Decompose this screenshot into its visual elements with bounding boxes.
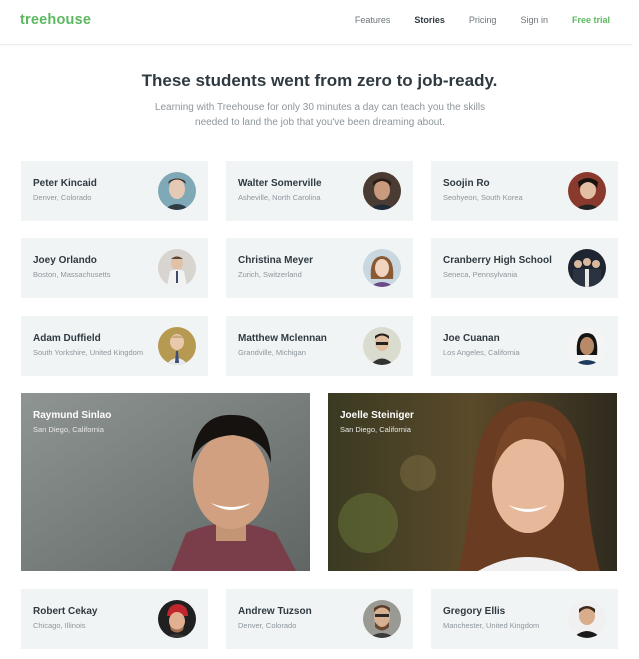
featured-student-name: Joelle Steiniger: [340, 410, 414, 421]
student-card[interactable]: Joey Orlando Boston, Massachusetts: [21, 238, 208, 298]
featured-student-location: San Diego, California: [33, 425, 104, 434]
student-location: Los Angeles, California: [443, 348, 520, 357]
student-card[interactable]: Adam Duffield South Yorkshire, United Ki…: [21, 316, 208, 376]
nav-signin-link[interactable]: Sign in: [520, 15, 548, 25]
student-location: South Yorkshire, United Kingdom: [33, 348, 144, 357]
student-card[interactable]: Robert Cekay Chicago, Illinois: [21, 589, 208, 649]
student-location: Zurich, Switzerland: [238, 270, 302, 279]
student-location: Denver, Colorado: [238, 621, 297, 630]
student-location: Seneca, Pennsylvania: [443, 270, 518, 279]
avatar: [568, 600, 606, 638]
student-name: Andrew Tuzson: [238, 606, 312, 617]
avatar: [363, 249, 401, 287]
student-card[interactable]: Soojin Ro Seohyeon, South Korea: [431, 161, 618, 221]
student-location: Denver, Colorado: [33, 193, 92, 202]
student-location: Seohyeon, South Korea: [443, 193, 523, 202]
page-subtitle: Learning with Treehouse for only 30 minu…: [120, 100, 520, 130]
student-name: Joey Orlando: [33, 255, 97, 266]
featured-student-location: San Diego, California: [340, 425, 411, 434]
avatar: [363, 327, 401, 365]
student-name: Peter Kincaid: [33, 178, 97, 189]
student-name: Soojin Ro: [443, 178, 490, 189]
student-location: Boston, Massachusetts: [33, 270, 111, 279]
avatar: [568, 249, 606, 287]
avatar: [158, 600, 196, 638]
avatar: [363, 172, 401, 210]
student-location: Asheville, North Carolina: [238, 193, 321, 202]
featured-student-card[interactable]: Raymund Sinlao San Diego, California: [21, 393, 310, 571]
treehouse-logo[interactable]: treehouse: [20, 12, 91, 28]
top-nav: treehouse Features Stories Pricing Sign …: [0, 0, 632, 45]
student-card[interactable]: Peter Kincaid Denver, Colorado: [21, 161, 208, 221]
featured-student-card[interactable]: Joelle Steiniger San Diego, California: [328, 393, 617, 571]
student-card[interactable]: Gregory Ellis Manchester, United Kingdom: [431, 589, 618, 649]
student-name: Walter Somerville: [238, 178, 322, 189]
student-name: Cranberry High School: [443, 255, 552, 266]
subtitle-line-2: needed to land the job that you've been …: [195, 117, 445, 128]
student-location: Chicago, Illinois: [33, 621, 86, 630]
nav-free-trial-link[interactable]: Free trial: [572, 15, 610, 25]
nav-features-link[interactable]: Features: [355, 15, 391, 25]
avatar: [568, 172, 606, 210]
student-name: Christina Meyer: [238, 255, 314, 266]
featured-student-name: Raymund Sinlao: [33, 410, 112, 421]
student-card[interactable]: Cranberry High School Seneca, Pennsylvan…: [431, 238, 618, 298]
student-card[interactable]: Matthew Mclennan Grandville, Michigan: [226, 316, 413, 376]
student-card[interactable]: Christina Meyer Zurich, Switzerland: [226, 238, 413, 298]
avatar: [158, 327, 196, 365]
student-name: Robert Cekay: [33, 606, 98, 617]
nav-links: Features Stories Pricing Sign in Free tr…: [331, 15, 610, 25]
page-title: These students went from zero to job-rea…: [141, 71, 498, 90]
avatar: [158, 249, 196, 287]
student-name: Joe Cuanan: [443, 333, 500, 344]
avatar: [158, 172, 196, 210]
subtitle-line-1: Learning with Treehouse for only 30 minu…: [154, 102, 486, 113]
nav-pricing-link[interactable]: Pricing: [469, 15, 497, 25]
avatar: [568, 327, 606, 365]
student-location: Manchester, United Kingdom: [443, 621, 540, 630]
student-name: Adam Duffield: [33, 333, 101, 344]
student-card[interactable]: Joe Cuanan Los Angeles, California: [431, 316, 618, 376]
nav-stories-link[interactable]: Stories: [414, 15, 445, 25]
student-card[interactable]: Andrew Tuzson Denver, Colorado: [226, 589, 413, 649]
student-location: Grandville, Michigan: [238, 348, 306, 357]
student-card[interactable]: Walter Somerville Asheville, North Carol…: [226, 161, 413, 221]
avatar: [363, 600, 401, 638]
student-name: Gregory Ellis: [443, 606, 506, 617]
student-name: Matthew Mclennan: [238, 333, 327, 344]
